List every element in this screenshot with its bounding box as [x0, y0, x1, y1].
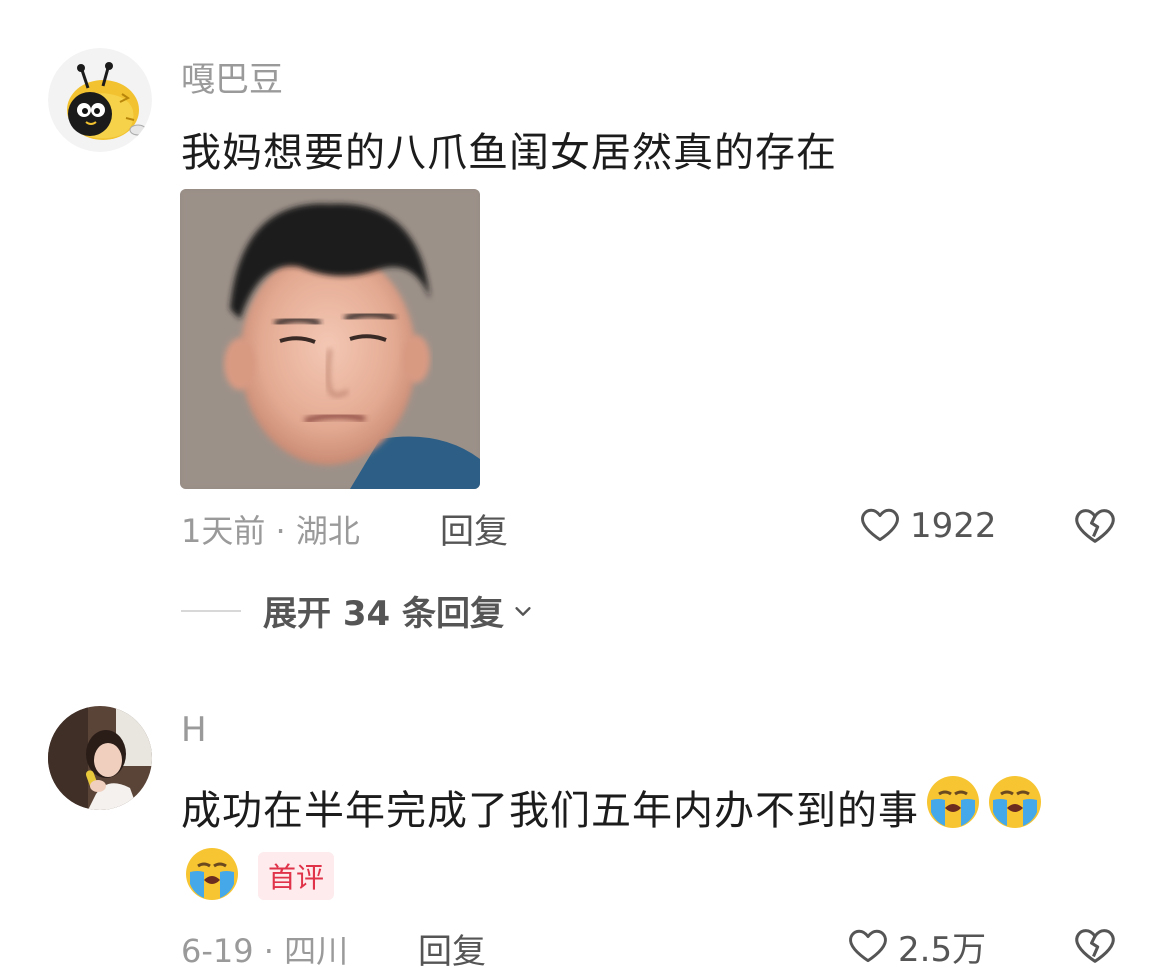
comment-text-row: 成功在半年完成了我们五年内办不到的事 — [181, 774, 1043, 840]
comment-username[interactable]: 嘎巴豆 — [181, 52, 283, 101]
comment-image[interactable] — [180, 189, 480, 489]
expand-replies-label: 展开 34 条回复 — [263, 594, 504, 634]
heart-outline-icon — [846, 923, 890, 971]
reply-button[interactable]: 回复 — [418, 924, 486, 973]
divider — [181, 609, 241, 612]
avatar[interactable] — [48, 48, 152, 152]
comment-meta: 6-19 · 四川 — [181, 932, 349, 970]
comment-meta: 1天前 · 湖北 — [181, 512, 360, 550]
chevron-down-icon — [512, 600, 534, 622]
reply-button[interactable]: 回复 — [440, 504, 508, 553]
dislike-button[interactable] — [1072, 922, 1118, 972]
loudly-crying-face-emoji — [987, 774, 1043, 840]
dislike-button[interactable] — [1072, 502, 1118, 552]
comment-text: 我妈想要的八爪鱼闺女居然真的存在 — [181, 130, 837, 176]
comment-text: 成功在半年完成了我们五年内办不到的事 — [181, 788, 919, 834]
like-count: 1922 — [910, 506, 997, 546]
broken-heart-icon — [1072, 929, 1118, 972]
like-count: 2.5万 — [898, 930, 987, 970]
like-button[interactable]: 1922 — [858, 502, 997, 550]
broken-heart-icon — [1072, 509, 1118, 552]
heart-outline-icon — [858, 502, 902, 550]
first-comment-badge: 首评 — [258, 852, 335, 900]
comment-item: H 成功在半年完成了我们五年内办不到的事 首评 6-19 · 四川 回复 2.5… — [0, 690, 1169, 978]
loudly-crying-face-emoji — [925, 774, 981, 840]
expand-replies-button[interactable]: 展开 34 条回复 — [181, 586, 534, 635]
loudly-crying-face-emoji — [184, 846, 240, 906]
avatar[interactable] — [48, 706, 152, 810]
comment-item: 嘎巴豆 我妈想要的八爪鱼闺女居然真的存在 1天前 · 湖北 回复 1922 展开… — [0, 0, 1169, 640]
comment-username[interactable]: H — [181, 710, 207, 750]
like-button[interactable]: 2.5万 — [846, 922, 986, 971]
